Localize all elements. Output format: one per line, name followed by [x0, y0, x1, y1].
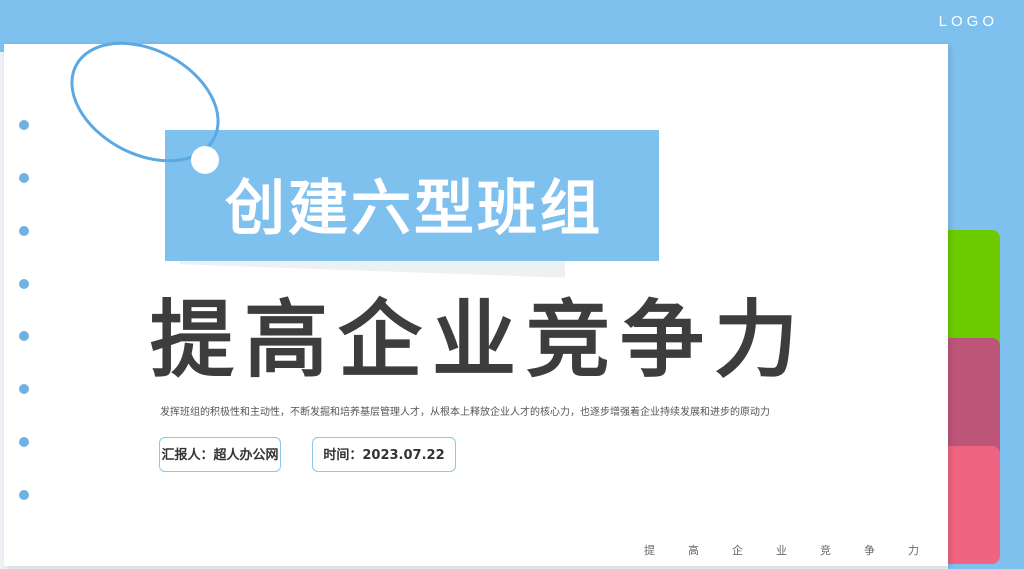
- binder-hole: [19, 331, 29, 341]
- reporter-text: 汇报人：超人办公网: [161, 448, 279, 463]
- footer-caption: 提高企业竞争力: [644, 544, 952, 557]
- slide-description: 发挥班组的积极性和主动性，不断发掘和培养基层管理人才，从根本上释放企业人才的核心…: [160, 407, 770, 418]
- binder-hole: [19, 279, 29, 289]
- binder-hole: [19, 226, 29, 236]
- slide-title: 创建六型班组: [225, 174, 603, 244]
- binder-hole: [19, 120, 29, 130]
- binder-hole: [19, 437, 29, 447]
- decorative-bubble: [191, 146, 219, 174]
- logo: LOGO: [938, 13, 998, 30]
- binder-hole: [19, 384, 29, 394]
- reporter-box: 汇报人：超人办公网: [159, 437, 281, 472]
- binder-hole: [19, 173, 29, 183]
- date-box: 时间：2023.07.22: [312, 437, 456, 472]
- binder-hole: [19, 490, 29, 500]
- date-text: 时间：2023.07.22: [323, 448, 445, 463]
- slide-headline: 提高企业竞争力: [150, 291, 809, 389]
